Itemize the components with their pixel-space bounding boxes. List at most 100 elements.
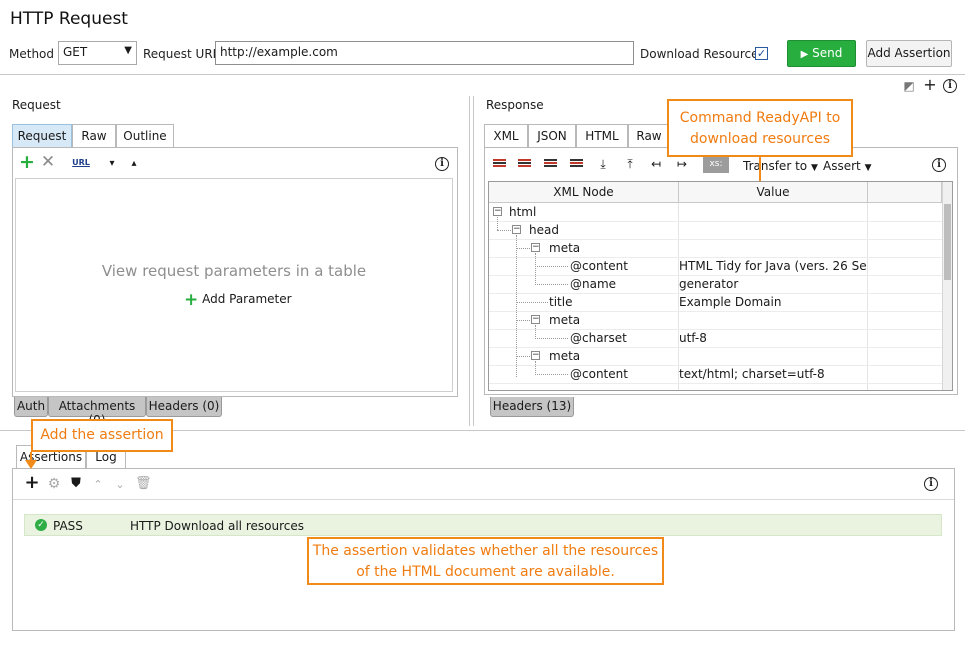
- align-right-icon[interactable]: [544, 159, 557, 171]
- callout-download: Command ReadyAPI to download resources: [667, 99, 853, 157]
- indent-icon[interactable]: ↤: [649, 157, 663, 171]
- tree-node[interactable]: @charset: [570, 331, 627, 345]
- callout-connector: [759, 157, 761, 181]
- splitter-edge: [473, 96, 474, 426]
- row-divider: [489, 257, 942, 258]
- chevron-down-icon[interactable]: ▾: [106, 157, 118, 171]
- gear-icon[interactable]: ⚙: [46, 477, 62, 491]
- row-divider: [489, 239, 942, 240]
- collapse-icon[interactable]: ⤒: [623, 157, 637, 171]
- request-header: Request: [12, 98, 61, 112]
- add-icon[interactable]: +: [19, 153, 35, 172]
- xsd-button[interactable]: xs:: [703, 156, 729, 173]
- method-select[interactable]: GET ▼: [58, 41, 137, 65]
- tab-headers[interactable]: Headers (0): [146, 397, 222, 417]
- row-divider: [489, 383, 942, 384]
- tree-node[interactable]: meta: [549, 313, 580, 327]
- node-value[interactable]: Example Domain: [679, 295, 867, 309]
- node-value[interactable]: utf-8: [679, 331, 867, 345]
- download-resources-label: Download Resources: [640, 47, 765, 61]
- chevron-down-icon[interactable]: ⌄: [113, 478, 127, 492]
- chevron-down-icon: ▼: [810, 163, 818, 173]
- chevron-down-icon: ▼: [124, 45, 132, 56]
- stamp-icon[interactable]: ⛊: [67, 477, 85, 491]
- method-label: Method: [9, 47, 55, 61]
- row-divider: [489, 311, 942, 312]
- tree-node[interactable]: @name: [570, 277, 616, 291]
- column-header-value[interactable]: Value: [679, 182, 868, 203]
- info-icon[interactable]: i: [924, 477, 938, 491]
- info-icon[interactable]: i: [943, 79, 957, 93]
- tab-raw[interactable]: Raw: [72, 124, 116, 148]
- tree-node[interactable]: @content: [570, 259, 628, 273]
- node-value[interactable]: generator: [679, 277, 867, 291]
- column-header-xml-node[interactable]: XML Node: [489, 182, 679, 203]
- collapse-toggle-icon[interactable]: −: [531, 243, 540, 252]
- plus-icon[interactable]: +: [923, 77, 937, 93]
- scrollbar-thumb[interactable]: [944, 204, 951, 280]
- response-header: Response: [486, 98, 544, 112]
- node-value[interactable]: text/html; charset=utf-8: [679, 367, 867, 381]
- url-input[interactable]: http://example.com: [215, 41, 634, 65]
- expand-icon[interactable]: ⤓: [596, 157, 610, 171]
- send-button[interactable]: ▶ Send: [787, 40, 856, 67]
- tree-node[interactable]: @content: [570, 367, 628, 381]
- row-divider: [489, 329, 942, 330]
- assertion-row[interactable]: ✓ PASS HTTP Download all resources: [24, 514, 942, 536]
- trash-icon[interactable]: 🗑: [135, 477, 152, 491]
- tree-line: [497, 230, 511, 231]
- tree-node[interactable]: meta: [549, 241, 580, 255]
- row-divider: [489, 275, 942, 276]
- row-divider: [489, 365, 942, 366]
- method-value: GET: [63, 45, 88, 59]
- column-header-empty: [868, 182, 942, 203]
- tree-line: [535, 325, 536, 339]
- tab-icon[interactable]: ◩: [901, 79, 917, 93]
- tab-response-headers[interactable]: Headers (13): [490, 397, 574, 417]
- outdent-icon[interactable]: ↦: [675, 157, 689, 171]
- delete-icon[interactable]: ✕: [40, 154, 56, 171]
- collapse-toggle-icon[interactable]: −: [531, 351, 540, 360]
- tree-node[interactable]: html: [509, 205, 536, 219]
- node-value[interactable]: HTML Tidy for Java (vers. 26 Sep 2...: [679, 259, 867, 273]
- add-parameter-label: Add Parameter: [202, 292, 292, 306]
- tree-node[interactable]: head: [529, 223, 559, 237]
- tab-outline[interactable]: Outline: [116, 124, 174, 148]
- collapse-toggle-icon[interactable]: −: [512, 225, 521, 234]
- download-resources-checkbox[interactable]: ✓: [755, 47, 768, 60]
- row-divider: [489, 221, 942, 222]
- url-icon[interactable]: URL: [72, 156, 90, 170]
- tree-line: [535, 361, 536, 375]
- toolbar-divider: [13, 499, 954, 500]
- tree-node[interactable]: title: [549, 295, 572, 309]
- transfer-to-dropdown[interactable]: Transfer to ▼: [743, 159, 818, 173]
- collapse-toggle-icon[interactable]: −: [493, 207, 502, 216]
- callout-add-assertion: Add the assertion: [31, 419, 173, 452]
- add-parameter-link[interactable]: + Add Parameter: [184, 290, 292, 310]
- plus-icon[interactable]: +: [24, 474, 40, 492]
- tab-json[interactable]: JSON: [528, 124, 576, 148]
- chevron-up-icon[interactable]: ▴: [128, 157, 140, 171]
- empty-params-text: View request parameters in a table: [101, 262, 367, 280]
- tab-request[interactable]: Request: [12, 124, 72, 148]
- tree-node[interactable]: meta: [549, 349, 580, 363]
- align-left-icon[interactable]: [493, 159, 506, 171]
- tab-attachments[interactable]: Attachments (0): [48, 397, 146, 427]
- collapse-toggle-icon[interactable]: −: [531, 315, 540, 324]
- info-icon[interactable]: i: [932, 158, 946, 172]
- tab-html[interactable]: HTML: [576, 124, 628, 148]
- add-assertion-button[interactable]: Add Assertion: [866, 40, 952, 67]
- add-icon: +: [184, 290, 199, 310]
- vertical-scrollbar[interactable]: [942, 182, 952, 390]
- tab-raw[interactable]: Raw: [628, 124, 670, 148]
- align-justify-icon[interactable]: [570, 159, 583, 171]
- chevron-up-icon[interactable]: ⌃: [91, 478, 105, 492]
- tab-xml[interactable]: XML: [484, 124, 528, 148]
- assert-label: Assert: [823, 159, 861, 173]
- assert-dropdown[interactable]: Assert ▼: [823, 159, 871, 173]
- send-label: Send: [812, 46, 843, 60]
- align-center-icon[interactable]: [518, 159, 531, 171]
- info-icon[interactable]: i: [435, 157, 449, 171]
- splitter[interactable]: [469, 96, 470, 426]
- tab-auth[interactable]: Auth: [14, 397, 48, 417]
